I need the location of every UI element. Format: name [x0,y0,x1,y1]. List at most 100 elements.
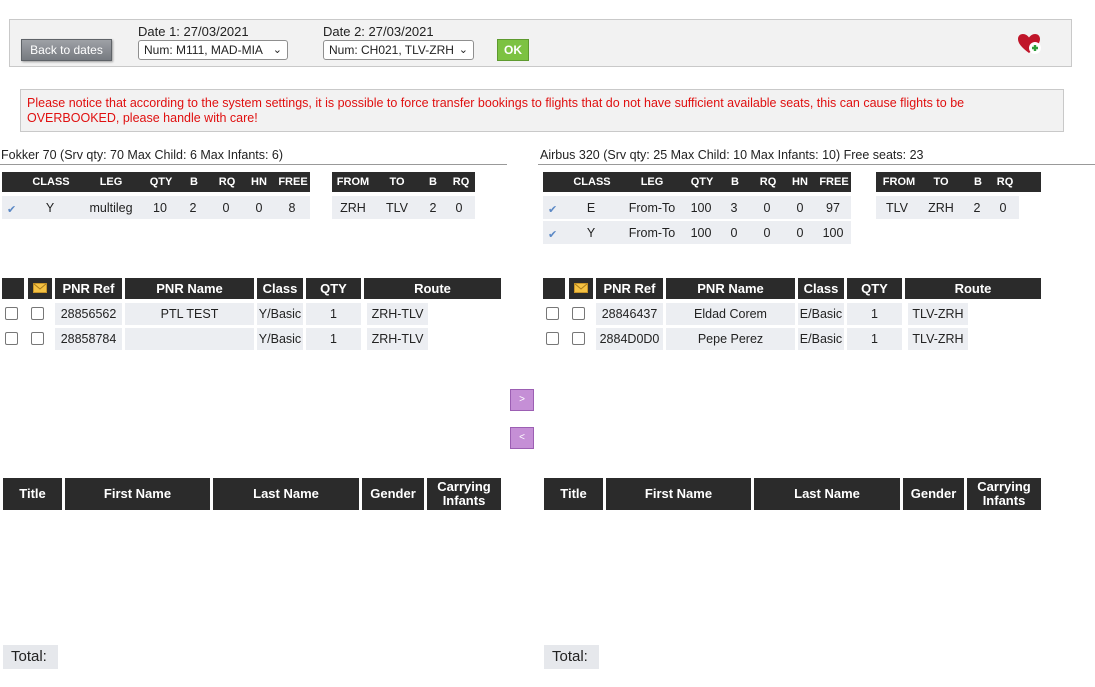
right-pnr-qty: 1 [847,328,902,350]
right-pnr-class: E/Basic [798,328,844,350]
right-pnr-ref[interactable]: 2884D0D0 [596,328,663,350]
right-col-carrying-infants: Carrying Infants [967,478,1041,510]
right-hn-val: 0 [793,201,807,215]
left-col-last-name: Last Name [213,478,359,510]
right-flight-title: Airbus 320 (Srv qty: 25 Max Child: 10 Ma… [540,148,924,162]
date2-label: Date 2: 27/03/2021 [323,24,434,39]
right-pnr-route: TLV-ZRH [908,328,968,350]
flight2-select[interactable]: Num: CH021, TLV-ZRH ⌄ [323,40,474,60]
left-col-pnr-class: Class [257,278,303,299]
left-col-route-b: B [424,176,442,188]
left-pnr-mail-col [28,278,52,299]
left-col-qty: QTY [145,176,177,188]
move-left-button[interactable]: < [510,427,534,449]
date1-label: Date 1: 27/03/2021 [138,24,249,39]
left-pnr-row1-select-checkbox[interactable] [5,307,18,320]
right-col-route-rq: RQ [994,176,1016,188]
right-col-class: CLASS [563,176,621,188]
right-col-free: FREE [819,176,849,188]
right-route-b-val: 2 [970,201,984,215]
right-leg-val: From-To [625,201,679,215]
left-pnr-route: ZRH-TLV [367,328,428,350]
right-col-pnr-ref: PNR Ref [596,278,663,299]
right-col-title: Title [544,478,603,510]
right-leg-val: From-To [625,226,679,240]
left-pnr-class: Y/Basic [257,303,303,325]
left-pnr-class: Y/Basic [257,328,303,350]
left-pnr-row2-select-checkbox[interactable] [5,332,18,345]
right-qty-val: 100 [686,201,716,215]
left-pnr-row2-mail-checkbox[interactable] [31,332,44,345]
left-col-gender: Gender [362,478,424,510]
left-col-pnr-route: Route [364,278,501,299]
left-pnr-row1-mail-checkbox[interactable] [31,307,44,320]
right-pnr-row2-mail-checkbox[interactable] [572,332,585,345]
date1-key: Date 1: [138,24,180,39]
chevron-down-icon: ⌄ [458,44,468,56]
left-pnr-select-col [2,278,24,299]
right-pnr-row2-select-checkbox[interactable] [546,332,559,345]
move-right-button[interactable]: > [510,389,534,411]
right-pnr-class: E/Basic [798,303,844,325]
right-qty-val: 100 [686,226,716,240]
left-qty-val: 10 [148,201,172,215]
date2-key: Date 2: [323,24,365,39]
right-col-b: B [726,176,744,188]
left-col-hn: HN [248,176,270,188]
left-leg-val: multileg [84,201,138,215]
right-class-val: Y [581,226,601,240]
heart-plus-icon[interactable] [1016,31,1042,57]
right-class-val: E [581,201,601,215]
right-col-to: TO [928,176,954,188]
right-col-pnr-qty: QTY [847,278,902,299]
right-b-val: 3 [727,201,741,215]
left-divider [0,164,507,165]
left-col-first-name: First Name [65,478,210,510]
right-pnr-row1-mail-checkbox[interactable] [572,307,585,320]
left-col-pnr-qty: QTY [306,278,361,299]
checkmark-icon: ✔ [548,229,558,241]
right-pnr-ref[interactable]: 28846437 [596,303,663,325]
left-route-b-val: 2 [426,201,440,215]
left-flight-title: Fokker 70 (Srv qty: 70 Max Child: 6 Max … [1,148,284,162]
right-from-val: TLV [882,201,912,215]
right-free-val: 97 [821,201,845,215]
left-pnr-qty: 1 [306,328,361,350]
flight1-select-value: Num: M111, MAD-MIA [144,43,263,57]
right-col-hn: HN [789,176,811,188]
back-to-dates-button[interactable]: Back to dates [21,39,112,61]
right-b-val: 0 [727,226,741,240]
left-total: Total: [3,645,58,669]
ok-button[interactable]: OK [497,39,529,61]
left-from-val: ZRH [338,201,368,215]
left-pnr-ref[interactable]: 28856562 [55,303,122,325]
left-route-rq-val: 0 [452,201,466,215]
right-pnr-select-col [543,278,565,299]
right-total: Total: [544,645,599,669]
left-col-pnr-ref: PNR Ref [55,278,122,299]
left-col-rq: RQ [216,176,238,188]
right-pnr-row1-select-checkbox[interactable] [546,307,559,320]
left-col-free: FREE [278,176,308,188]
right-rq-val: 0 [760,226,774,240]
chevron-down-icon: ⌄ [272,44,282,56]
right-col-last-name: Last Name [754,478,900,510]
right-col-pnr-route: Route [905,278,1041,299]
left-col-b: B [185,176,203,188]
left-hn-val: 0 [252,201,266,215]
right-divider [538,164,1095,165]
right-route-rq-val: 0 [996,201,1010,215]
right-col-leg: LEG [629,176,675,188]
left-pnr-name [125,328,254,350]
right-to-val: ZRH [927,201,955,215]
left-col-from: FROM [336,176,370,188]
checkmark-icon: ✔ [7,204,17,216]
left-pnr-ref[interactable]: 28858784 [55,328,122,350]
overbooking-notice: Please notice that according to the syst… [20,89,1064,132]
flight1-select[interactable]: Num: M111, MAD-MIA ⌄ [138,40,288,60]
left-pnr-route: ZRH-TLV [367,303,428,325]
left-to-val: TLV [384,201,410,215]
right-pnr-route: TLV-ZRH [908,303,968,325]
right-col-pnr-name: PNR Name [666,278,795,299]
left-b-val: 2 [186,201,200,215]
